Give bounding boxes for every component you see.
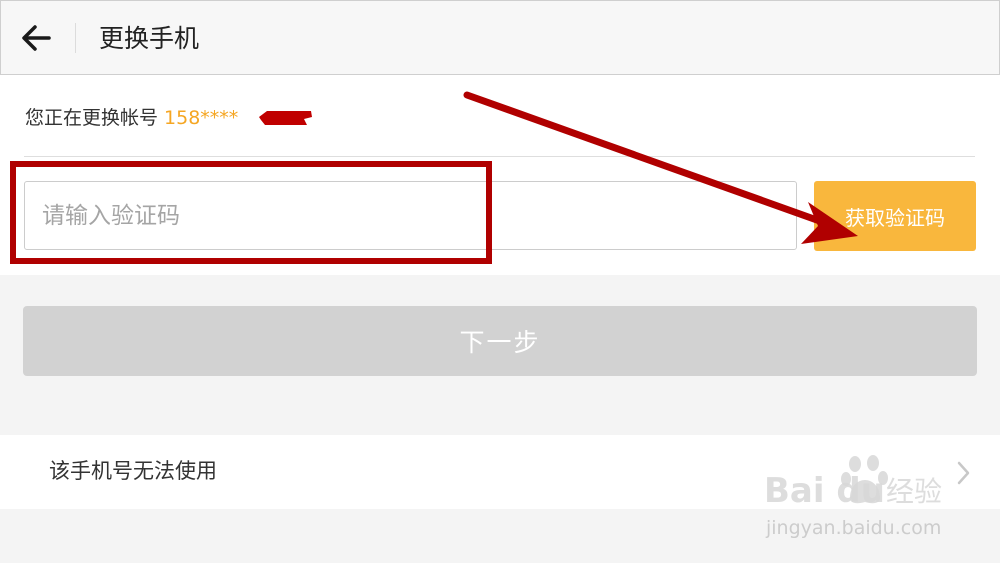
verification-code-input[interactable]: [24, 181, 797, 250]
title-bar: 更换手机: [0, 0, 1000, 75]
next-step-button[interactable]: 下一步: [23, 306, 977, 376]
account-info: 您正在更换帐号 158****: [25, 104, 238, 132]
account-number: 158****: [164, 107, 239, 129]
form-panel: 您正在更换帐号 158**** 获取验证码: [0, 75, 1000, 275]
get-code-button[interactable]: 获取验证码: [814, 181, 976, 251]
back-button[interactable]: [15, 19, 59, 59]
page-title: 更换手机: [99, 24, 200, 53]
arrow-left-icon: [22, 25, 51, 51]
account-prefix-text: 您正在更换帐号: [25, 107, 165, 129]
phone-unusable-row[interactable]: 该手机号无法使用: [0, 435, 1000, 509]
redaction-mark: [259, 111, 312, 125]
chevron-right-icon: [957, 461, 970, 485]
divider: [24, 156, 975, 157]
watermark-url: jingyan.baidu.com: [766, 517, 942, 539]
phone-unusable-label: 该手机号无法使用: [49, 459, 217, 483]
header-divider: [75, 23, 76, 53]
